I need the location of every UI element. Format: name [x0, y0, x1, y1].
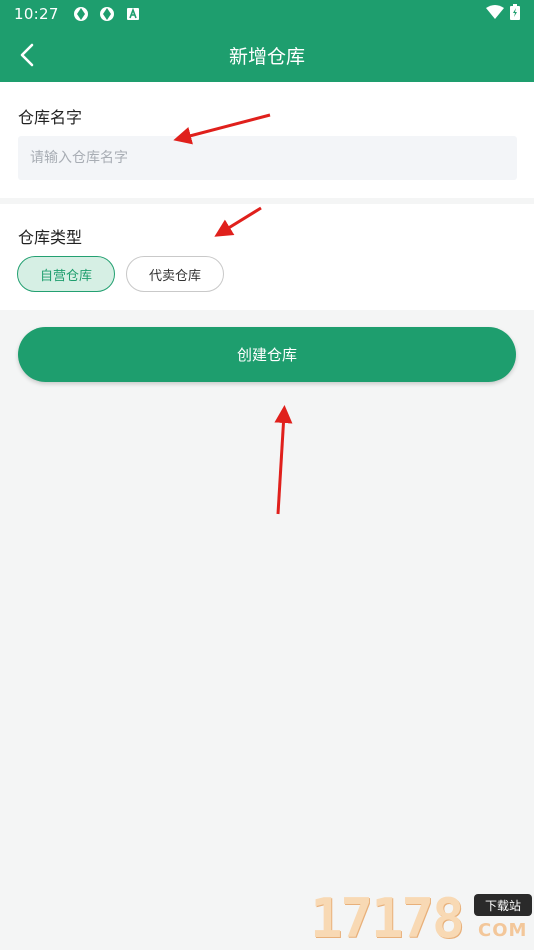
type-option-self-operated[interactable]: 自营仓库 — [17, 256, 115, 292]
site-watermark: 17178 下载站 COM — [310, 888, 534, 950]
warehouse-name-input[interactable] — [18, 136, 517, 180]
watermark-suffix: COM — [478, 920, 528, 941]
annotation-arrow — [274, 405, 293, 515]
sync-icon — [71, 4, 91, 24]
app-bar: 新增仓库 — [0, 28, 534, 82]
warehouse-name-section: 仓库名字 — [0, 82, 534, 198]
back-button[interactable] — [10, 38, 44, 72]
wifi-icon — [486, 5, 504, 23]
watermark-tag: 下载站 — [474, 894, 532, 916]
sync-icon — [97, 4, 117, 24]
create-warehouse-button[interactable]: 创建仓库 — [18, 327, 516, 382]
type-option-consignment[interactable]: 代卖仓库 — [126, 256, 224, 292]
notification-a-icon — [123, 4, 143, 24]
status-bar: 10:27 — [0, 0, 534, 28]
watermark-number: 17178 — [310, 887, 465, 950]
warehouse-name-label: 仓库名字 — [18, 108, 83, 127]
battery-icon — [510, 4, 520, 24]
chevron-left-icon — [20, 43, 34, 67]
page-title: 新增仓库 — [228, 45, 305, 68]
status-time: 10:27 — [14, 5, 59, 23]
warehouse-type-section: 仓库类型 自营仓库 代卖仓库 — [0, 204, 534, 310]
warehouse-type-label: 仓库类型 — [18, 228, 83, 247]
